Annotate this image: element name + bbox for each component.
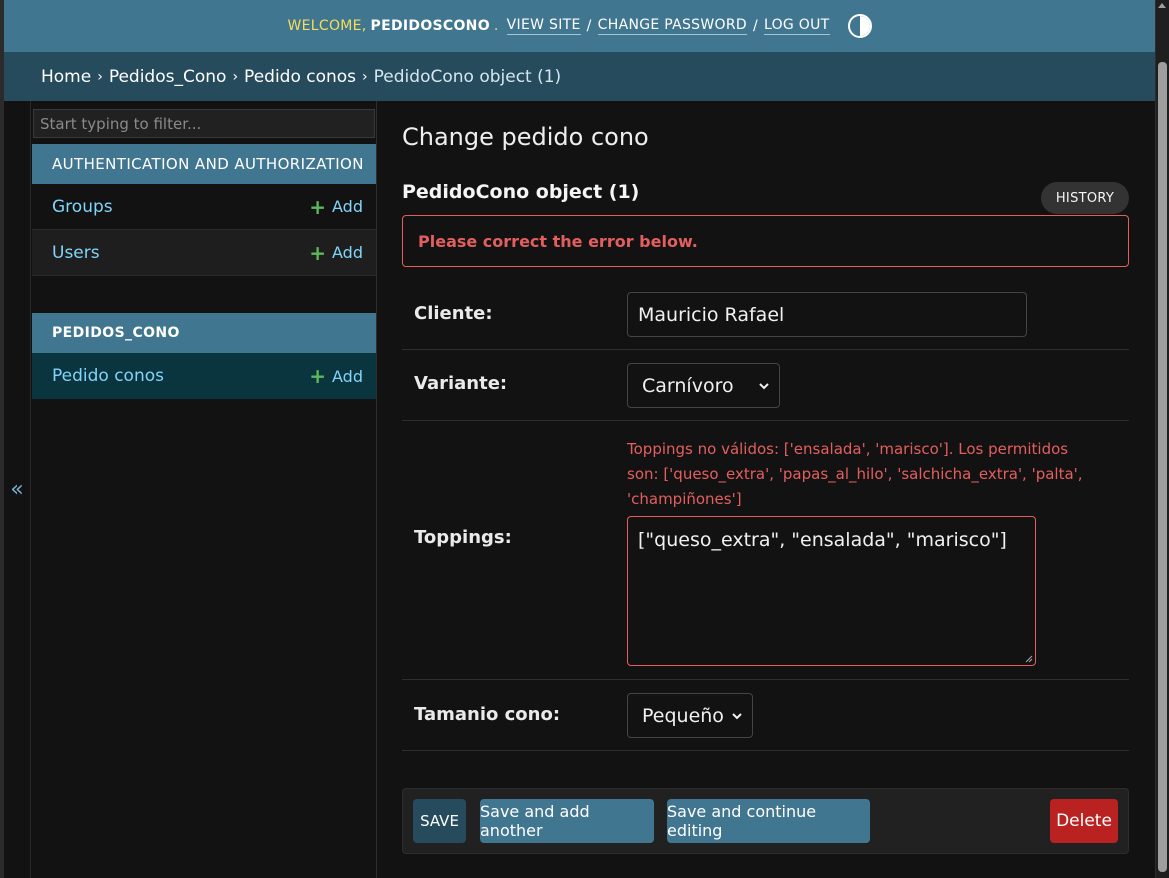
toppings-label: Toppings:: [414, 527, 512, 548]
scroll-up-icon[interactable]: [1158, 3, 1166, 8]
app-caption-auth[interactable]: AUTHENTICATION AND AUTHORIZATION: [32, 144, 376, 184]
sidebar-collapse-button[interactable]: «: [4, 101, 31, 878]
plus-icon: +: [309, 194, 327, 219]
breadcrumb-model[interactable]: Pedido conos: [244, 67, 356, 87]
toppings-textarea[interactable]: ["queso_extra", "ensalada", "marisco"]: [627, 516, 1036, 666]
toppings-error: Toppings no válidos: ['ensalada', 'maris…: [627, 440, 1083, 508]
sidebar-item-label[interactable]: Groups: [52, 197, 113, 217]
page: WELCOME, PEDIDOSCONO. VIEW SITE / CHANGE…: [0, 0, 1169, 878]
add-label: Add: [332, 366, 363, 386]
breadcrumb-arrow: ›: [97, 68, 103, 85]
separator: /: [586, 18, 592, 34]
scrollbar[interactable]: [1155, 0, 1169, 878]
breadcrumb-home[interactable]: Home: [41, 67, 91, 87]
add-user-link[interactable]: + Add: [309, 243, 363, 263]
delete-button[interactable]: Delete: [1050, 799, 1118, 843]
form-row-toppings: Toppings no válidos: ['ensalada', 'maris…: [402, 421, 1129, 680]
variante-selected-value: Carnívoro: [642, 374, 734, 397]
sidebar-item-users: Users + Add: [32, 230, 376, 276]
add-label: Add: [332, 197, 363, 216]
welcome-text: WELCOME,: [287, 18, 367, 34]
breadcrumb-arrow: ›: [232, 68, 239, 85]
scrollbar-thumb[interactable]: [1158, 62, 1167, 872]
breadcrumb-arrow: ›: [362, 68, 368, 85]
variante-select[interactable]: Carnívoro: [627, 363, 780, 408]
chevron-down-icon: [759, 382, 769, 389]
toppings-value: ["queso_extra", "ensalada", "marisco"]: [638, 529, 1007, 551]
plus-icon: +: [309, 240, 327, 265]
breadcrumb-current: PedidoCono object (1): [373, 66, 562, 87]
sidebar-filter-input[interactable]: [33, 109, 375, 138]
sidebar-item-groups: Groups + Add: [32, 184, 376, 230]
header-bar: WELCOME, PEDIDOSCONO. VIEW SITE / CHANGE…: [4, 0, 1155, 52]
save-button[interactable]: SAVE: [413, 799, 466, 843]
breadcrumb: Home › Pedidos_Cono › Pedido conos › Ped…: [4, 52, 1155, 101]
page-title: Change pedido cono: [402, 123, 649, 151]
form-row-tamanio: Tamanio cono: Pequeño: [402, 680, 1129, 751]
chevron-down-icon: [732, 712, 742, 719]
submit-row: SAVE Save and add another Save and conti…: [402, 788, 1129, 854]
error-note: Please correct the error below.: [402, 215, 1129, 267]
resize-grip-icon[interactable]: [1025, 655, 1033, 663]
change-password-link[interactable]: CHANGE PASSWORD: [597, 17, 747, 35]
cliente-label: Cliente:: [414, 303, 493, 324]
variante-label: Variante:: [414, 373, 508, 394]
history-button[interactable]: HISTORY: [1041, 182, 1129, 214]
user-tools: WELCOME, PEDIDOSCONO. VIEW SITE / CHANGE…: [287, 14, 872, 38]
add-group-link[interactable]: + Add: [309, 197, 363, 217]
cliente-field[interactable]: Mauricio Rafael: [627, 292, 1027, 337]
object-title: PedidoCono object (1): [402, 181, 640, 203]
sidebar: AUTHENTICATION AND AUTHORIZATION Groups …: [31, 101, 377, 878]
tamanio-select[interactable]: Pequeño: [627, 693, 753, 738]
double-chevron-left-icon: «: [10, 477, 24, 502]
sidebar-item-label[interactable]: Users: [52, 243, 100, 263]
add-label: Add: [332, 243, 363, 262]
app-caption-pedidos[interactable]: PEDIDOS_CONO: [32, 313, 376, 353]
breadcrumb-app[interactable]: Pedidos_Cono: [109, 67, 227, 87]
log-out-link[interactable]: LOG OUT: [763, 17, 830, 35]
separator: /: [752, 18, 758, 34]
plus-icon: +: [309, 364, 327, 388]
view-site-link[interactable]: VIEW SITE: [506, 17, 581, 35]
form-row-cliente: Cliente: Mauricio Rafael: [402, 280, 1129, 350]
save-and-add-another-button[interactable]: Save and add another: [480, 799, 654, 843]
tamanio-selected-value: Pequeño: [642, 704, 724, 727]
save-and-continue-button[interactable]: Save and continue editing: [667, 799, 870, 843]
sidebar-item-pedido-conos: Pedido conos + Add: [32, 353, 376, 399]
form-row-variante: Variante: Carnívoro: [402, 350, 1129, 421]
add-pedido-cono-link[interactable]: + Add: [309, 366, 363, 386]
sidebar-item-label[interactable]: Pedido conos: [52, 366, 164, 386]
theme-toggle-icon[interactable]: [847, 14, 872, 38]
username: PEDIDOSCONO: [370, 18, 490, 34]
tamanio-label: Tamanio cono:: [414, 704, 561, 725]
